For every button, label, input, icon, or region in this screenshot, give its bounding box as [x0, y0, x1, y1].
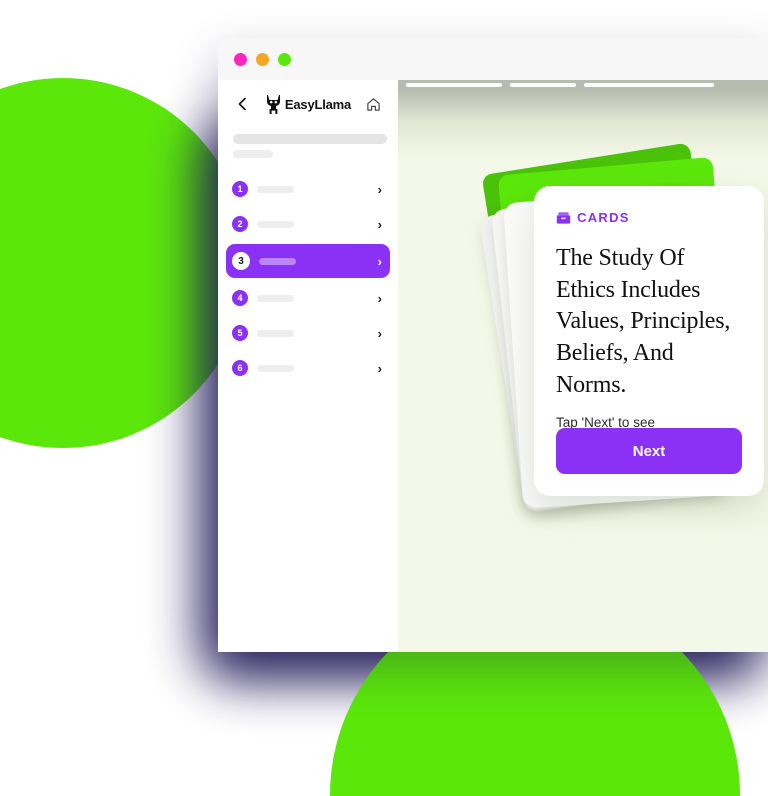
sidebar-title-placeholder — [226, 128, 390, 158]
flash-card: CARDS The Study Of Ethics Includes Value… — [534, 186, 764, 496]
chevron-right-icon: › — [377, 253, 382, 269]
lesson-number-badge: 5 — [232, 325, 248, 341]
lesson-list: 1 › 2 › 3 › 4 › 5 › 6 › — [226, 174, 390, 383]
chevron-right-icon: › — [377, 290, 382, 306]
card-kicker-label: CARDS — [577, 210, 630, 225]
lesson-number-badge: 6 — [232, 360, 248, 376]
sidebar-item-lesson-1[interactable]: 1 › — [226, 174, 390, 204]
lesson-number-badge: 2 — [232, 216, 248, 232]
lesson-label-placeholder — [257, 364, 378, 372]
lesson-number-badge: 1 — [232, 181, 248, 197]
sidebar-item-lesson-2[interactable]: 2 › — [226, 209, 390, 239]
lesson-label-placeholder — [257, 294, 378, 302]
navbar-placeholder-segment — [406, 83, 502, 87]
sidebar-item-lesson-5[interactable]: 5 › — [226, 318, 390, 348]
window-close-button[interactable] — [234, 52, 247, 66]
skeleton-line-sub — [257, 220, 294, 228]
window-minimize-button[interactable] — [256, 52, 269, 66]
lesson-number-badge: 4 — [232, 290, 248, 306]
home-icon[interactable] — [364, 94, 384, 114]
navbar-placeholder-segment — [584, 83, 714, 87]
sidebar-header: EasyLlama — [226, 80, 390, 128]
sidebar-item-lesson-3[interactable]: 3 › — [226, 244, 390, 278]
content-top-navbar — [398, 80, 768, 90]
window-title-bar — [218, 38, 768, 80]
sidebar: EasyLlama 1 › 2 › 3 › 4 › 5 › 6 › — [218, 80, 398, 652]
content-pane: CARDS The Study Of Ethics Includes Value… — [398, 80, 768, 652]
brand-name: EasyLlama — [284, 96, 352, 112]
app-window: EasyLlama 1 › 2 › 3 › 4 › 5 › 6 › CARDS … — [218, 38, 768, 652]
lesson-label-placeholder — [257, 220, 378, 228]
skeleton-title-bar — [233, 134, 387, 144]
content-gradient-overlay — [398, 90, 768, 160]
llama-logo-icon — [266, 94, 280, 114]
chevron-right-icon: › — [377, 181, 382, 197]
chevron-left-icon[interactable] — [232, 94, 252, 114]
brand-logo: EasyLlama — [265, 94, 351, 115]
sidebar-item-lesson-4[interactable]: 4 › — [226, 283, 390, 313]
skeleton-line-sub — [257, 185, 294, 193]
card-title: The Study Of Ethics Includes Values, Pri… — [556, 245, 731, 398]
navbar-placeholder-segment — [510, 83, 576, 87]
screenshot-stage: EasyLlama 1 › 2 › 3 › 4 › 5 › 6 › CARDS … — [0, 0, 768, 796]
window-body: EasyLlama 1 › 2 › 3 › 4 › 5 › 6 › CARDS … — [218, 80, 768, 652]
window-zoom-button[interactable] — [278, 52, 291, 66]
skeleton-line-sub — [259, 257, 296, 265]
lesson-label-placeholder — [257, 185, 378, 193]
chevron-right-icon: › — [377, 360, 382, 376]
lesson-label-placeholder — [259, 257, 378, 265]
card-kicker: CARDS — [556, 210, 742, 225]
next-button[interactable]: Next — [556, 428, 742, 474]
skeleton-line-sub — [257, 294, 294, 302]
skeleton-line-sub — [257, 364, 294, 372]
lesson-label-placeholder — [257, 329, 378, 337]
skeleton-line-sub — [257, 329, 294, 337]
skeleton-subtitle-bar — [233, 150, 273, 158]
lesson-number-badge: 3 — [232, 252, 250, 270]
sidebar-item-lesson-6[interactable]: 6 › — [226, 353, 390, 383]
chevron-right-icon: › — [377, 325, 382, 341]
cards-box-icon — [556, 211, 571, 224]
chevron-right-icon: › — [377, 216, 382, 232]
